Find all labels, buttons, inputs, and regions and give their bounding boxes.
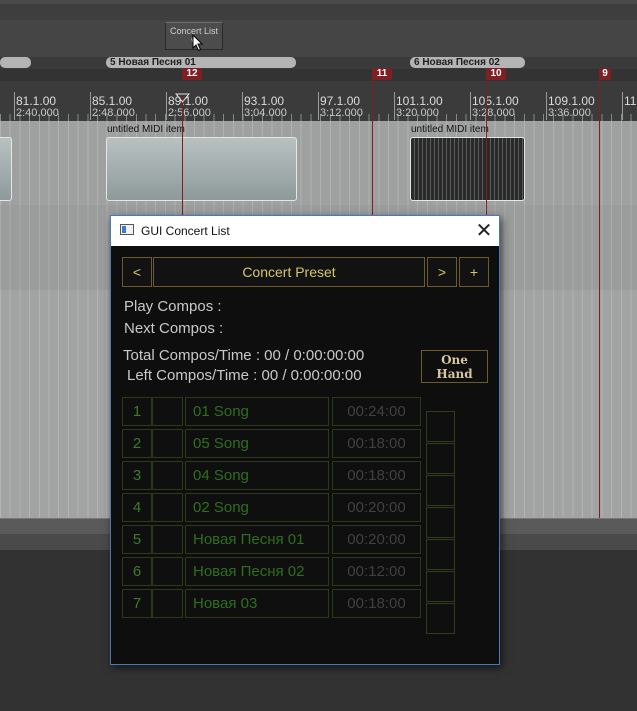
row-toggle[interactable] [426, 571, 455, 602]
cursor-icon [192, 34, 204, 52]
song-name[interactable]: 04 Song [185, 461, 329, 490]
concert-preset-button[interactable]: Concert Preset [153, 257, 425, 287]
region-previous[interactable] [0, 57, 31, 68]
concert-list-window: GUI Concert List ✕ < Concert Preset > + … [110, 215, 500, 665]
ruler-tick [166, 92, 167, 120]
row-toggle[interactable] [426, 603, 455, 634]
song-time[interactable]: 00:12:00 [332, 557, 421, 586]
song-name[interactable]: Новая Песня 02 [185, 557, 329, 586]
ruler-time-label: 3:04.000 [244, 107, 287, 119]
row-toggle[interactable] [426, 507, 455, 538]
song-flag[interactable] [152, 525, 183, 554]
ruler-time-label: 3:12.000 [320, 107, 363, 119]
add-preset-button[interactable]: + [459, 257, 489, 287]
song-flag[interactable] [152, 429, 183, 458]
ruler-bar-label: 85.1.00 [92, 94, 133, 108]
marker-9[interactable]: 9 [599, 68, 611, 80]
one-hand-button[interactable]: One Hand [421, 350, 488, 383]
ruler-tick [14, 92, 15, 120]
song-number[interactable]: 6 [122, 557, 152, 586]
ruler-tick [318, 92, 319, 120]
song-time[interactable]: 00:24:00 [332, 397, 421, 426]
row-toggle[interactable] [426, 443, 455, 474]
midi-item-label: untitled MIDI item [411, 124, 489, 135]
window-title: GUI Concert List [141, 224, 230, 238]
next-compos-label: Next Compos : [124, 320, 224, 337]
song-flag[interactable] [152, 493, 183, 522]
track-lane-1[interactable] [0, 121, 637, 205]
playhead-line [182, 96, 183, 216]
midi-item-1[interactable] [106, 137, 297, 201]
song-flag[interactable] [152, 461, 183, 490]
song-number[interactable]: 2 [122, 429, 152, 458]
toolbar-panel [0, 20, 637, 57]
ruler-time-label: 3:36.000 [548, 107, 591, 119]
ruler-bar-label: 97.1.00 [320, 94, 361, 108]
ruler-bar-label: 81.1.00 [16, 94, 57, 108]
song-name[interactable]: 02 Song [185, 493, 329, 522]
playhead-icon[interactable] [175, 93, 190, 103]
ruler-tick [470, 92, 471, 120]
ruler-bar-label: 109.1.00 [548, 94, 595, 108]
ruler-time-label: 2:48.000 [92, 107, 135, 119]
next-preset-button[interactable]: > [427, 257, 457, 287]
ruler-tick [622, 92, 623, 120]
window-icon [120, 224, 134, 235]
total-compos-time: Total Compos/Time : 00 / 0:00:00:00 [123, 347, 365, 364]
one-hand-line1: One [441, 353, 468, 367]
song-name[interactable]: 05 Song [185, 429, 329, 458]
song-time[interactable]: 00:18:00 [332, 429, 421, 458]
row-toggle[interactable] [426, 411, 455, 442]
region-lane [0, 57, 637, 69]
region-6[interactable]: 6 Новая Песня 02 [410, 57, 525, 68]
midi-item-previous[interactable] [0, 137, 12, 201]
ruler-time-label: 3:20.000 [396, 107, 439, 119]
song-name[interactable]: Новая Песня 01 [185, 525, 329, 554]
ruler-bar-label: 105.1.00 [472, 94, 519, 108]
song-number[interactable]: 5 [122, 525, 152, 554]
marker-lane [0, 69, 637, 81]
song-time[interactable]: 00:18:00 [332, 461, 421, 490]
window-titlebar[interactable]: GUI Concert List ✕ [111, 216, 499, 246]
song-flag[interactable] [152, 557, 183, 586]
song-number[interactable]: 1 [122, 397, 152, 426]
ruler-tick [90, 92, 91, 120]
song-time[interactable]: 00:20:00 [332, 493, 421, 522]
row-toggle[interactable] [426, 539, 455, 570]
ruler-time-label: 2:40.000 [16, 107, 59, 119]
one-hand-line2: Hand [436, 367, 473, 381]
song-time[interactable]: 00:20:00 [332, 525, 421, 554]
song-number[interactable]: 4 [122, 493, 152, 522]
toolbar-area [0, 4, 637, 20]
play-compos-label: Play Compos : [124, 298, 222, 315]
ruler-tick [546, 92, 547, 120]
song-name[interactable]: 01 Song [185, 397, 329, 426]
left-compos-time: Left Compos/Time : 00 / 0:00:00:00 [127, 367, 362, 384]
ruler-tick [394, 92, 395, 120]
ruler-time-label: 2:56.000 [168, 107, 211, 119]
ruler-tick [242, 92, 243, 120]
song-number[interactable]: 3 [122, 461, 152, 490]
marker-11[interactable]: 11 [372, 68, 392, 80]
midi-item-label: untitled MIDI item [107, 124, 185, 135]
song-number[interactable]: 7 [122, 589, 152, 618]
ruler-time-label: 3:28.000 [472, 107, 515, 119]
song-flag[interactable] [152, 397, 183, 426]
close-icon[interactable]: ✕ [471, 218, 497, 244]
ruler-bar-label: 93.1.00 [244, 94, 285, 108]
song-name[interactable]: Новая 03 [185, 589, 329, 618]
prev-preset-button[interactable]: < [122, 257, 152, 287]
midi-item-2[interactable] [410, 137, 525, 201]
marker-10[interactable]: 10 [486, 68, 506, 80]
marker-12[interactable]: 12 [182, 68, 202, 80]
ruler-bar-label: 101.1.00 [396, 94, 443, 108]
marker-line-9 [599, 70, 600, 520]
song-time[interactable]: 00:18:00 [332, 589, 421, 618]
song-flag[interactable] [152, 589, 183, 618]
ruler-bar-label: 11 [624, 94, 637, 108]
row-toggle[interactable] [426, 475, 455, 506]
region-5[interactable]: 5 Новая Песня 01 [106, 57, 296, 68]
